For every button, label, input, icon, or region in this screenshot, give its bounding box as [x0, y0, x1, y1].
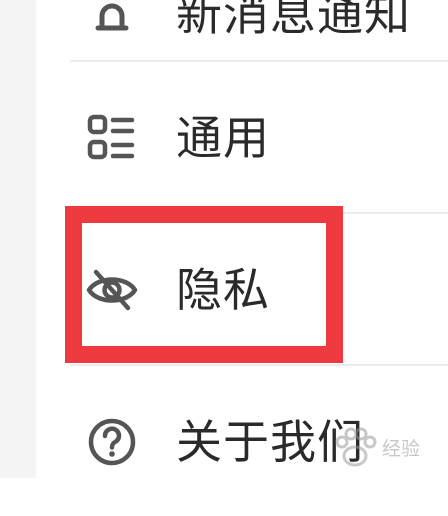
eye-slash-icon	[86, 269, 138, 311]
bell-icon	[95, 3, 129, 31]
menu-item-label: 新消息通知	[176, 0, 411, 41]
menu-item-general[interactable]: 通用	[36, 62, 448, 212]
watermark: 经验	[332, 426, 444, 472]
list-grid-icon	[87, 114, 135, 160]
menu-item-label: 通用	[176, 111, 270, 165]
settings-menu: 新消息通知 通用 隐私 关于我们	[36, 0, 448, 478]
menu-item-privacy[interactable]: 隐私	[36, 214, 448, 364]
watermark-text: 经验	[382, 438, 421, 460]
menu-item-label: 隐私	[176, 263, 270, 317]
left-sidebar-strip	[0, 0, 36, 478]
paw-logo-icon	[335, 427, 377, 467]
question-circle-icon	[88, 418, 136, 466]
